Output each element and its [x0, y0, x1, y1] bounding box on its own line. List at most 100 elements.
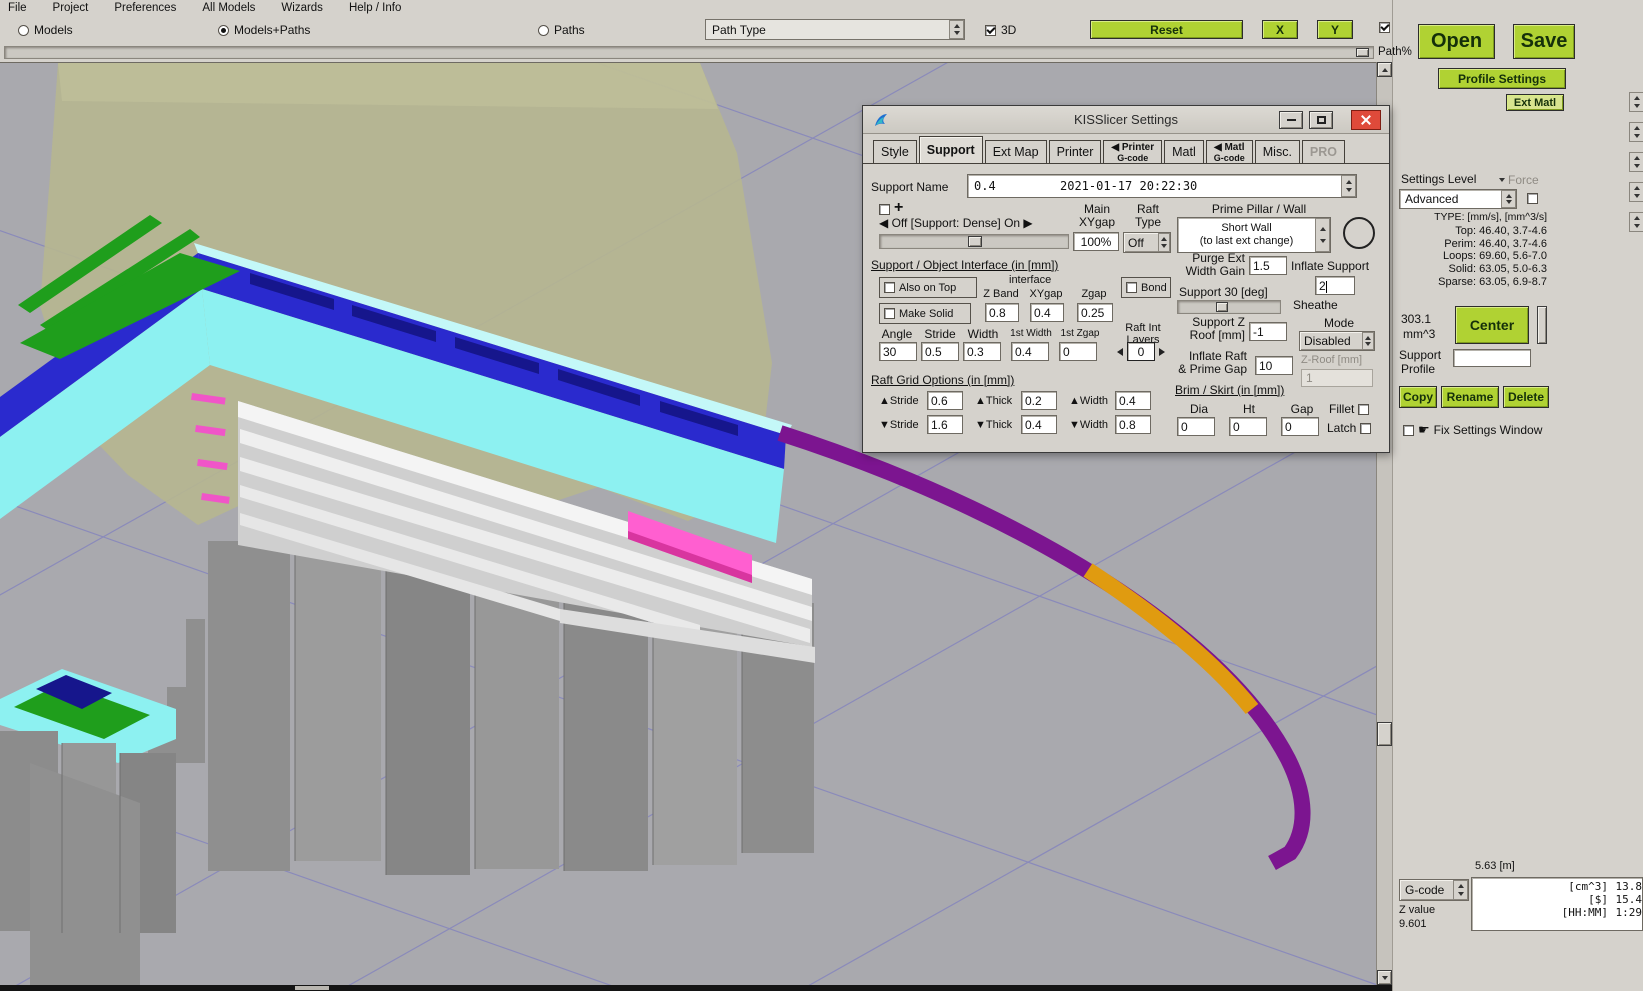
brim-ht-field[interactable]: 0 — [1229, 417, 1267, 436]
radio-models-paths-circle[interactable] — [218, 25, 229, 36]
path-type-select[interactable]: Path Type — [705, 19, 965, 40]
bottom-scroll-strip[interactable] — [0, 985, 1392, 991]
iface-xygap-field[interactable]: 0.4 — [1030, 303, 1064, 322]
tab-style[interactable]: Style — [873, 140, 917, 163]
settings-level-spinner-icon[interactable] — [1501, 190, 1516, 208]
brim-dia-field[interactable]: 0 — [1177, 417, 1215, 436]
path-percent-slider-handle[interactable] — [1356, 48, 1369, 57]
save-button[interactable]: Save — [1513, 24, 1575, 59]
tab-misc[interactable]: Misc. — [1255, 140, 1300, 163]
support-deg-slider-handle[interactable] — [1216, 302, 1228, 312]
support-name-select[interactable]: 0.4 2021-01-17 20:22:30 — [967, 174, 1357, 198]
path-display-checkbox[interactable] — [1379, 22, 1390, 33]
bond-checkbox[interactable]: Bond — [1121, 277, 1171, 298]
tab-matl[interactable]: Matl — [1164, 140, 1204, 163]
support-name-spinner-icon[interactable] — [1341, 175, 1356, 197]
menu-help[interactable]: Help / Info — [349, 2, 401, 14]
level-extra-checkbox[interactable] — [1527, 193, 1538, 204]
z-band-field[interactable]: 0.8 — [985, 303, 1019, 322]
menu-file[interactable]: File — [8, 2, 27, 14]
tab-printer[interactable]: Printer — [1049, 140, 1102, 163]
settings-level-select[interactable]: Advanced — [1399, 189, 1517, 209]
gcode-select[interactable]: G-code — [1399, 879, 1469, 901]
make-solid-checkbox[interactable]: Make Solid — [879, 303, 971, 324]
path-type-spinner-icon[interactable] — [949, 20, 964, 39]
menu-all-models[interactable]: All Models — [202, 2, 255, 14]
tab-pro[interactable]: PRO — [1302, 140, 1345, 163]
clipped-spinner-icon[interactable] — [1629, 92, 1643, 112]
radio-paths-circle[interactable] — [538, 25, 549, 36]
brim-gap-field[interactable]: 0 — [1281, 417, 1319, 436]
latch-checkbox[interactable]: Latch — [1327, 421, 1371, 435]
3d-checkbox-box[interactable] — [985, 25, 996, 36]
raft-bot-thick-field[interactable]: 0.4 — [1021, 415, 1057, 434]
raft-bot-stride-field[interactable]: 1.6 — [927, 415, 963, 434]
y-axis-button[interactable]: Y — [1317, 20, 1353, 39]
prime-pillar-select[interactable]: Short Wall (to last ext change) — [1177, 217, 1331, 253]
center-button[interactable]: Center — [1455, 306, 1529, 344]
also-on-top-checkbox[interactable]: Also on Top — [879, 277, 977, 298]
mode-spinner-icon[interactable] — [1362, 332, 1374, 350]
delete-button[interactable]: Delete — [1503, 386, 1549, 408]
support-density-slider-handle[interactable] — [968, 236, 982, 247]
profile-name-field[interactable] — [1453, 349, 1531, 367]
latch-box[interactable] — [1360, 423, 1371, 434]
first-zgap-field[interactable]: 0 — [1059, 342, 1097, 361]
clipped-spinner-icon[interactable] — [1629, 122, 1643, 142]
tab-matl-gcode[interactable]: ◀ MatlG-code — [1206, 140, 1253, 163]
minimize-button[interactable] — [1279, 111, 1303, 129]
prime-pillar-spinner-icon[interactable] — [1315, 218, 1330, 252]
raft-int-decrement-icon[interactable] — [1117, 348, 1123, 356]
rename-button[interactable]: Rename — [1441, 386, 1499, 408]
x-axis-button[interactable]: X — [1262, 20, 1298, 39]
add-support-checkbox[interactable] — [879, 204, 890, 215]
raft-type-select[interactable]: Off — [1123, 232, 1171, 253]
mode-select[interactable]: Disabled — [1299, 331, 1375, 351]
copy-button[interactable]: Copy — [1399, 386, 1437, 408]
ext-matl-button[interactable]: Ext Matl — [1506, 94, 1564, 111]
clipped-spinner-icon[interactable] — [1629, 152, 1643, 172]
prime-pillar-dial[interactable] — [1343, 217, 1375, 249]
fillet-checkbox[interactable]: Fillet — [1329, 402, 1369, 416]
dialog-titlebar[interactable]: KISSlicer Settings — [863, 106, 1389, 134]
open-button[interactable]: Open — [1418, 24, 1495, 59]
close-button[interactable] — [1351, 110, 1381, 130]
menu-wizards[interactable]: Wizards — [281, 2, 323, 14]
also-on-top-box[interactable] — [884, 282, 895, 293]
menu-preferences[interactable]: Preferences — [114, 2, 176, 14]
first-width-field[interactable]: 0.4 — [1011, 342, 1049, 361]
fillet-box[interactable] — [1358, 404, 1369, 415]
raft-int-field[interactable]: 0 — [1127, 342, 1155, 361]
tab-printer-gcode[interactable]: ◀ PrinterG-code — [1103, 140, 1162, 163]
support-density-slider[interactable] — [879, 234, 1069, 249]
tab-ext-map[interactable]: Ext Map — [985, 140, 1047, 163]
fix-settings-box[interactable] — [1403, 425, 1414, 436]
width-field[interactable]: 0.3 — [963, 342, 1001, 361]
support-deg-slider[interactable] — [1177, 300, 1281, 314]
3d-checkbox[interactable]: 3D — [985, 23, 1016, 37]
raft-type-spinner-icon[interactable] — [1158, 233, 1170, 252]
bond-box[interactable] — [1126, 282, 1137, 293]
main-xygap-field[interactable]: 100% — [1073, 232, 1119, 251]
raft-bot-width-field[interactable]: 0.8 — [1115, 415, 1151, 434]
vscrollbar-thumb[interactable] — [1377, 722, 1392, 746]
gcode-spinner-icon[interactable] — [1453, 880, 1468, 900]
profile-settings-button[interactable]: Profile Settings — [1438, 68, 1566, 89]
path-percent-slider[interactable] — [4, 46, 1374, 59]
hscrollbar-thumb[interactable] — [295, 986, 329, 990]
raft-top-width-field[interactable]: 0.4 — [1115, 391, 1151, 410]
fix-settings-checkbox[interactable]: ☛ Fix Settings Window — [1403, 422, 1542, 438]
clipped-spinner-icon[interactable] — [1629, 212, 1643, 232]
make-solid-box[interactable] — [884, 308, 895, 319]
raft-top-thick-field[interactable]: 0.2 — [1021, 391, 1057, 410]
tab-support[interactable]: Support — [919, 136, 983, 163]
stride-field[interactable]: 0.5 — [921, 342, 959, 361]
radio-models-circle[interactable] — [18, 25, 29, 36]
scroll-up-icon[interactable] — [1377, 62, 1392, 77]
angle-field[interactable]: 30 — [879, 342, 917, 361]
radio-models[interactable]: Models — [18, 23, 73, 37]
zgap-field[interactable]: 0.25 — [1077, 303, 1113, 322]
support-z-roof-field[interactable]: -1 — [1249, 322, 1287, 341]
force-toggle[interactable]: Force — [1499, 173, 1539, 187]
inflate-support-field[interactable]: 2 — [1315, 276, 1355, 295]
